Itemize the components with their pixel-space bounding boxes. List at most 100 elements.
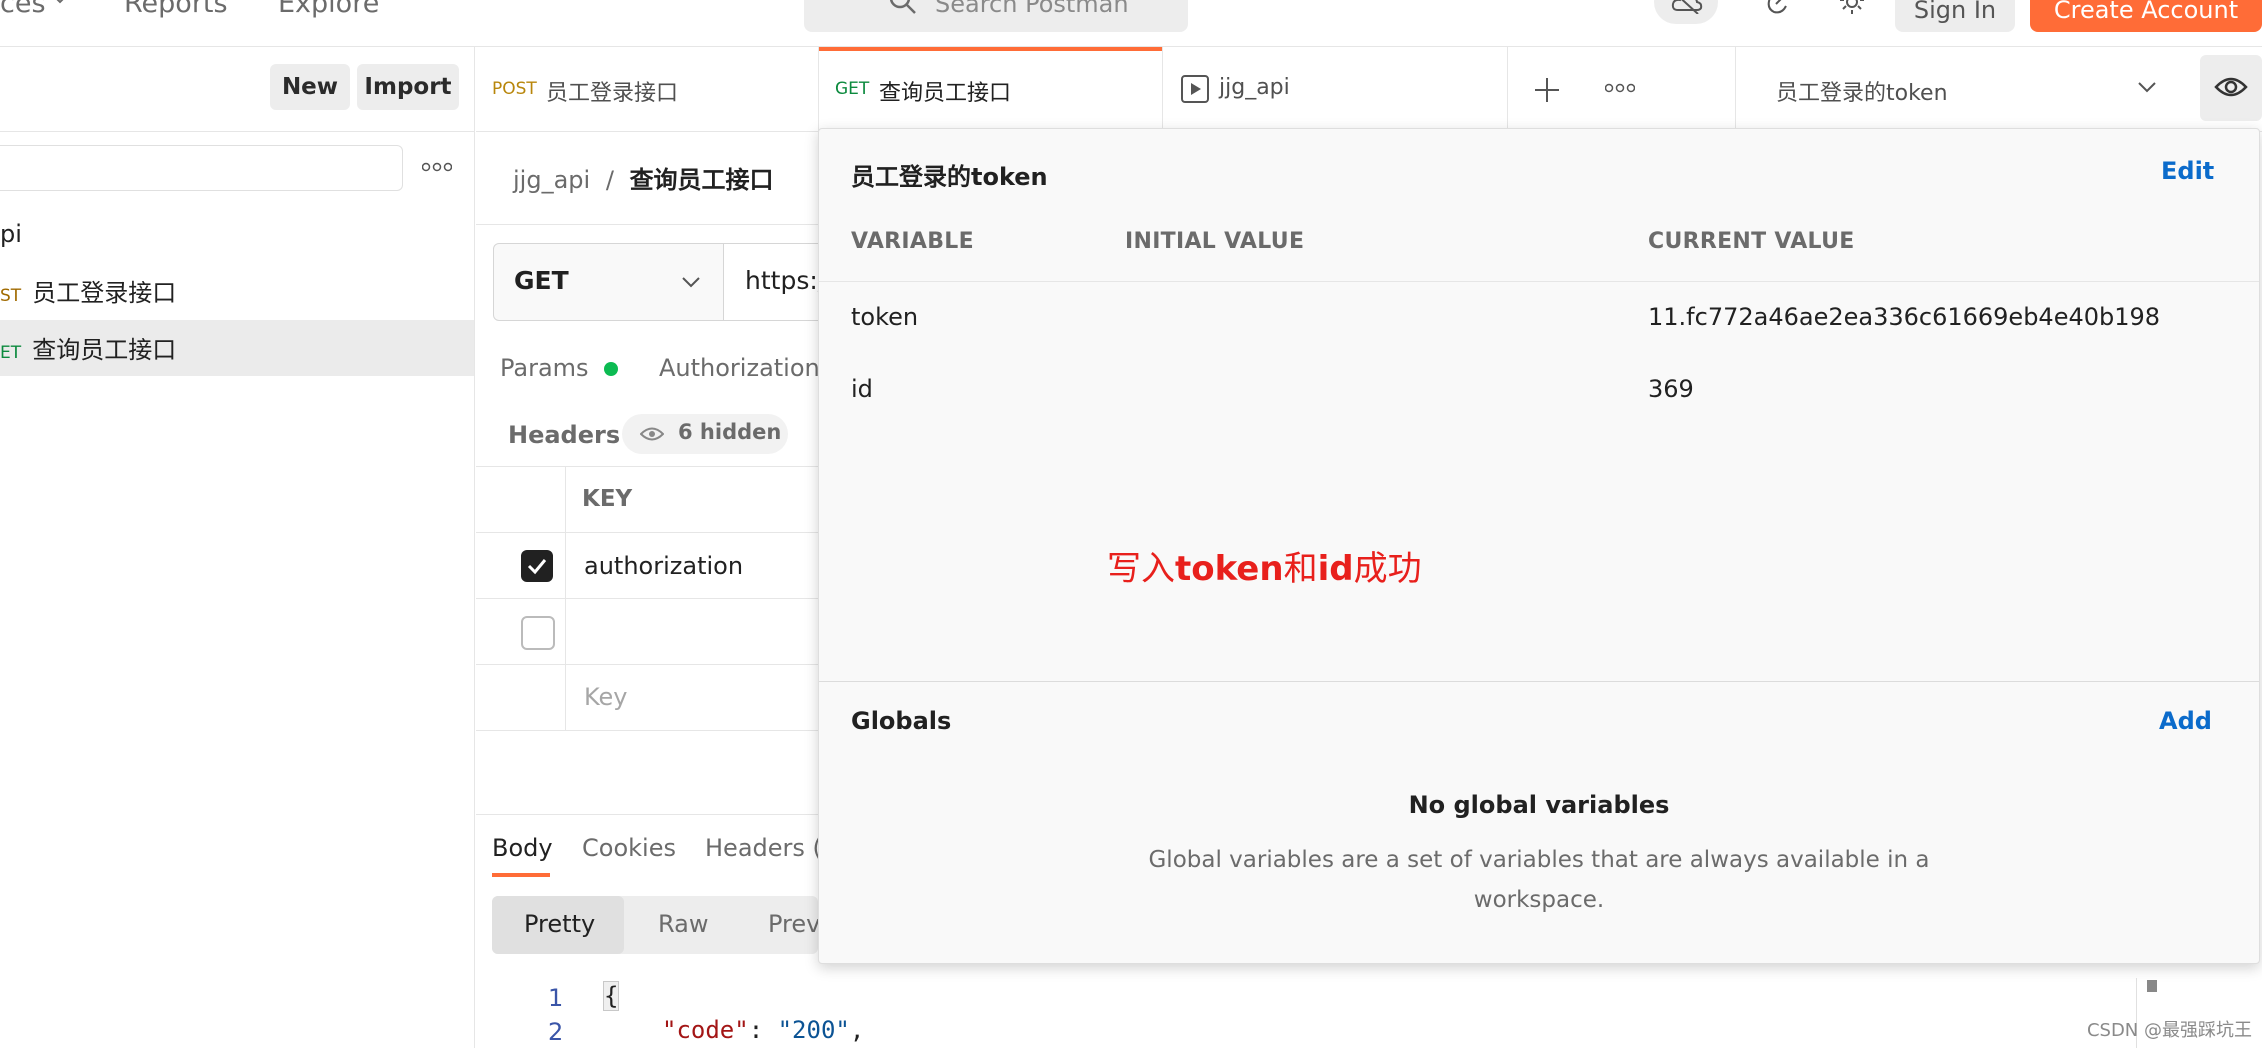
header-enabled-checkbox[interactable]	[521, 550, 553, 582]
sidebar-item-login[interactable]: ST 员工登录接口	[0, 273, 176, 308]
response-tab-cookies[interactable]: Cookies	[582, 834, 676, 862]
eye-icon	[2214, 77, 2248, 97]
globals-title: Globals	[851, 707, 952, 735]
json-comma: ,	[849, 1016, 865, 1044]
key-column-header: KEY	[582, 486, 633, 512]
checkmark-icon	[527, 559, 547, 575]
tab-label: 查询员工接口	[879, 81, 1012, 106]
params-indicator-dot	[604, 362, 619, 376]
sidebar-item-label: 员工登录接口	[32, 279, 177, 307]
no-globals-heading: No global variables	[1408, 791, 1670, 819]
annotation-part: 成功	[1353, 549, 1422, 589]
breadcrumb-collection[interactable]: jjg_api	[513, 166, 590, 194]
current-value-column-header: CURRENT VALUE	[1648, 229, 1855, 254]
divider	[819, 281, 2259, 282]
tab-params[interactable]: Params	[500, 354, 619, 382]
tab-label: 员工登录接口	[546, 81, 679, 106]
nav-reports[interactable]: Reports	[124, 0, 228, 19]
json-value: "200"	[777, 1016, 850, 1044]
response-tab-body[interactable]: Body	[492, 834, 553, 862]
sync-status-button[interactable]	[1654, 0, 1718, 24]
divider	[819, 681, 2259, 682]
active-response-tab-indicator	[492, 873, 550, 877]
annotation-success-text: 写入token和id成功	[1107, 541, 1422, 590]
chevron-down-icon	[682, 277, 700, 288]
key-input-placeholder[interactable]: Key	[584, 683, 628, 711]
divider	[476, 814, 818, 815]
divider	[476, 730, 818, 731]
new-button[interactable]: New	[270, 64, 350, 110]
new-tab-plus-icon[interactable]	[1533, 76, 1561, 104]
environment-selector[interactable]: 员工登录的token	[1736, 47, 2200, 131]
header-enabled-checkbox[interactable]	[521, 616, 555, 650]
tab-label: jjg_api	[1219, 75, 1290, 100]
nav-workspaces-partial[interactable]: ces	[0, 0, 46, 19]
json-colon: :	[748, 1016, 778, 1044]
url-value: https:/	[745, 266, 827, 295]
environment-selected: 员工登录的token	[1776, 81, 1948, 106]
method-select[interactable]: GET	[493, 243, 724, 321]
sign-in-button[interactable]: Sign In	[1895, 0, 2015, 32]
header-key-value[interactable]: authorization	[584, 552, 743, 580]
edit-environment-link[interactable]: Edit	[2161, 157, 2214, 185]
hidden-headers-toggle[interactable]: 6 hidden	[622, 414, 788, 454]
sidebar-item-label: 查询员工接口	[32, 336, 177, 364]
search-icon	[889, 0, 916, 14]
variable-column-header: VARIABLE	[851, 229, 974, 254]
breadcrumb-request-name[interactable]: 查询员工接口	[630, 166, 774, 194]
cloud-off-icon	[1671, 0, 1703, 14]
headers-label: Headers	[508, 421, 621, 449]
annotation-part: 和	[1283, 549, 1318, 589]
chevron-down-icon	[56, 0, 64, 4]
top-navigation-bar: ces Reports Explore Search Postman Sign …	[0, 0, 2262, 47]
import-button[interactable]: Import	[357, 64, 459, 110]
sidebar-item-query[interactable]: ET 查询员工接口	[0, 330, 176, 365]
url-input[interactable]: https:/	[723, 243, 827, 321]
line-number: 1	[548, 984, 564, 1012]
json-key: "code"	[662, 1016, 749, 1044]
code-line: {	[602, 981, 620, 1011]
tab-authorization[interactable]: Authorization	[659, 354, 820, 382]
annotation-part: id	[1317, 549, 1354, 589]
eye-icon	[640, 427, 664, 441]
satellite-icon[interactable]	[1764, 0, 1792, 16]
search-placeholder: Search Postman	[935, 0, 1129, 18]
divider	[476, 664, 818, 665]
nav-explore[interactable]: Explore	[278, 0, 379, 19]
filter-input[interactable]	[0, 145, 403, 191]
more-options-icon[interactable]	[422, 162, 452, 172]
scrollbar-thumb[interactable]	[2147, 980, 2157, 992]
view-pretty[interactable]: Pretty	[524, 910, 595, 938]
globals-description-line2: workspace.	[1473, 887, 1605, 913]
breadcrumb: jjg_api / 查询员工接口	[513, 160, 774, 195]
annotation-part: token	[1175, 549, 1284, 589]
annotation-part: 写入	[1107, 549, 1175, 589]
variable-name: token	[851, 303, 919, 331]
variable-name: id	[851, 375, 873, 403]
tab-query[interactable]: GET 查询员工接口	[819, 47, 1163, 131]
tab-login[interactable]: POST 员工登录接口	[476, 47, 819, 131]
view-raw[interactable]: Raw	[658, 910, 708, 938]
response-tab-headers[interactable]: Headers (	[705, 834, 822, 862]
tab-collection[interactable]: jjg_api	[1163, 47, 1508, 131]
gear-icon[interactable]	[1836, 0, 1868, 16]
tab-options-icon[interactable]	[1605, 83, 1635, 93]
view-preview[interactable]: Prev	[768, 910, 820, 938]
chevron-down-icon	[2138, 82, 2156, 93]
tab-method: POST	[492, 79, 537, 99]
tab-method: GET	[835, 79, 870, 99]
environment-quick-look-popover: 员工登录的token Edit VARIABLE INITIAL VALUE C…	[818, 128, 2260, 964]
active-tab-indicator	[819, 47, 1162, 51]
environment-quick-look-button[interactable]	[2200, 55, 2262, 121]
runner-icon	[1181, 75, 1209, 103]
variable-current-value: 11.fc772a46ae2ea336c61669eb4e40b198	[1648, 303, 2161, 331]
initial-value-column-header: INITIAL VALUE	[1125, 229, 1305, 254]
create-account-button[interactable]: Create Account	[2030, 0, 2262, 32]
watermark: CSDN @最强踩坑王	[2086, 1020, 2252, 1041]
method-badge: ST	[0, 286, 22, 306]
add-global-link[interactable]: Add	[2159, 707, 2212, 735]
method-value: GET	[514, 266, 569, 295]
sidebar-collection-partial[interactable]: pi	[0, 220, 22, 248]
breadcrumb-separator: /	[605, 166, 614, 194]
environment-title: 员工登录的token	[851, 163, 1048, 191]
